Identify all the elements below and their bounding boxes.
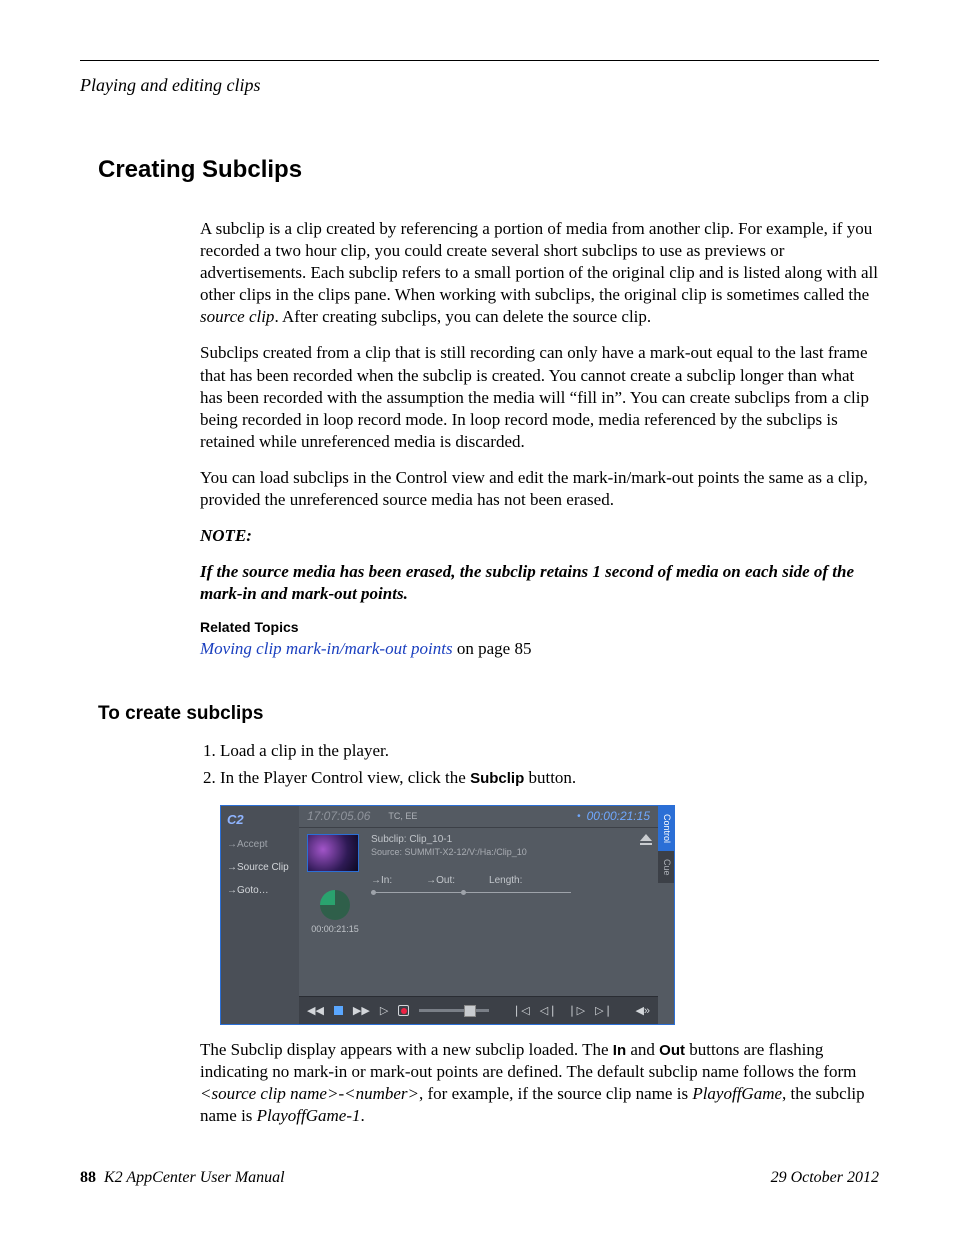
- ui-button-name-in: In: [613, 1042, 626, 1059]
- steps-list: Load a clip in the player. In the Player…: [220, 739, 879, 790]
- example-subclip-name: PlayoffGame-1: [257, 1106, 361, 1125]
- text: A subclip is a clip created by referenci…: [200, 219, 878, 304]
- step-1: Load a clip in the player.: [220, 739, 879, 764]
- channel-label: C2: [227, 812, 293, 827]
- text: .: [361, 1106, 365, 1125]
- ui-button-name-subclip: Subclip: [470, 770, 524, 787]
- progress-pie-icon: [320, 890, 350, 920]
- related-topic-page: on page 85: [453, 639, 532, 658]
- paragraph: You can load subclips in the Control vie…: [200, 467, 879, 511]
- related-topics-heading: Related Topics: [200, 619, 879, 635]
- subclip-label: Subclip:: [371, 834, 407, 845]
- top-bar: 17:07:05.06 TC, EE • 00:00:21:15: [299, 806, 658, 828]
- shuttle-slider[interactable]: [419, 1009, 489, 1012]
- page-number: 88: [80, 1169, 96, 1186]
- timecode-remaining: 00:00:21:15: [587, 809, 650, 823]
- footer-date: 29 October 2012: [771, 1169, 879, 1187]
- length-label: Length:: [489, 875, 522, 886]
- paragraph: Subclips created from a clip that is sti…: [200, 342, 879, 452]
- duration-readout: 00:00:21:15: [307, 924, 363, 934]
- text: and: [626, 1040, 659, 1059]
- page-footer: 88 K2 AppCenter User Manual 29 October 2…: [80, 1169, 879, 1187]
- mark-out-button[interactable]: →Out:: [426, 875, 455, 886]
- fast-forward-button[interactable]: ▶▶: [353, 1004, 370, 1017]
- clip-thumbnail: [307, 834, 359, 872]
- example-source-name: PlayoffGame: [692, 1084, 782, 1103]
- note-body: If the source media has been erased, the…: [200, 561, 879, 605]
- related-topic-link[interactable]: Moving clip mark-in/mark-out points: [200, 639, 453, 658]
- record-button[interactable]: [398, 1005, 409, 1016]
- text: . After creating subclips, you can delet…: [274, 307, 651, 326]
- ui-button-name-out: Out: [659, 1042, 685, 1059]
- cue-tab[interactable]: Cue: [658, 851, 674, 884]
- source-clip-button[interactable]: →Source Clip: [227, 862, 293, 873]
- name-form-template: <source clip name>-<number>: [200, 1084, 419, 1103]
- play-button[interactable]: ▷: [380, 1004, 388, 1017]
- note-label: NOTE:: [200, 525, 879, 547]
- step-forward-button[interactable]: ❘▷: [567, 1004, 585, 1017]
- term-source-clip: source clip: [200, 307, 274, 326]
- player-screenshot: C2 →Accept →Source Clip →Goto… 17:07:05.…: [220, 805, 675, 1025]
- text: In the Player Control view, click the: [220, 768, 470, 787]
- goto-button[interactable]: →Goto…: [227, 885, 293, 896]
- timecode-current: 17:07:05.06: [307, 809, 370, 823]
- running-head: Playing and editing clips: [80, 75, 879, 96]
- source-label: Source:: [371, 847, 402, 857]
- step-back-button[interactable]: ◁❘: [540, 1004, 558, 1017]
- paragraph: The Subclip display appears with a new s…: [200, 1039, 879, 1127]
- skip-to-start-button[interactable]: ❘◁: [512, 1004, 530, 1017]
- eject-icon[interactable]: [640, 834, 652, 841]
- subclip-name: Clip_10-1: [409, 834, 452, 845]
- section-heading: Creating Subclips: [98, 156, 879, 184]
- skip-to-end-button[interactable]: ▷❘: [595, 1004, 613, 1017]
- tc-mode-label: TC, EE: [388, 811, 417, 821]
- source-path: SUMMIT-X2-12/V:/Ha:/Clip_10: [405, 847, 527, 857]
- mark-in-button[interactable]: →In:: [371, 875, 392, 886]
- related-topic-link-row: Moving clip mark-in/mark-out points on p…: [200, 639, 879, 659]
- text: , for example, if the source clip name i…: [419, 1084, 692, 1103]
- stop-button[interactable]: [334, 1006, 343, 1015]
- text: button.: [524, 768, 576, 787]
- text: The Subclip display appears with a new s…: [200, 1040, 613, 1059]
- control-tab[interactable]: Control: [658, 806, 674, 851]
- accept-button[interactable]: →Accept: [227, 839, 293, 850]
- left-panel: C2 →Accept →Source Clip →Goto…: [221, 806, 299, 1024]
- subsection-heading: To create subclips: [98, 703, 879, 725]
- transport-bar: ◀◀ ▶▶ ▷ ❘◁ ◁❘ ❘▷ ▷❘ ◀»: [299, 996, 658, 1024]
- timeline-line[interactable]: [371, 892, 571, 893]
- step-2: In the Player Control view, click the Su…: [220, 766, 879, 791]
- paragraph: A subclip is a clip created by referenci…: [200, 218, 879, 328]
- speaker-icon[interactable]: ◀»: [635, 1004, 650, 1017]
- manual-title: K2 AppCenter User Manual: [104, 1169, 285, 1186]
- rewind-button[interactable]: ◀◀: [307, 1004, 324, 1017]
